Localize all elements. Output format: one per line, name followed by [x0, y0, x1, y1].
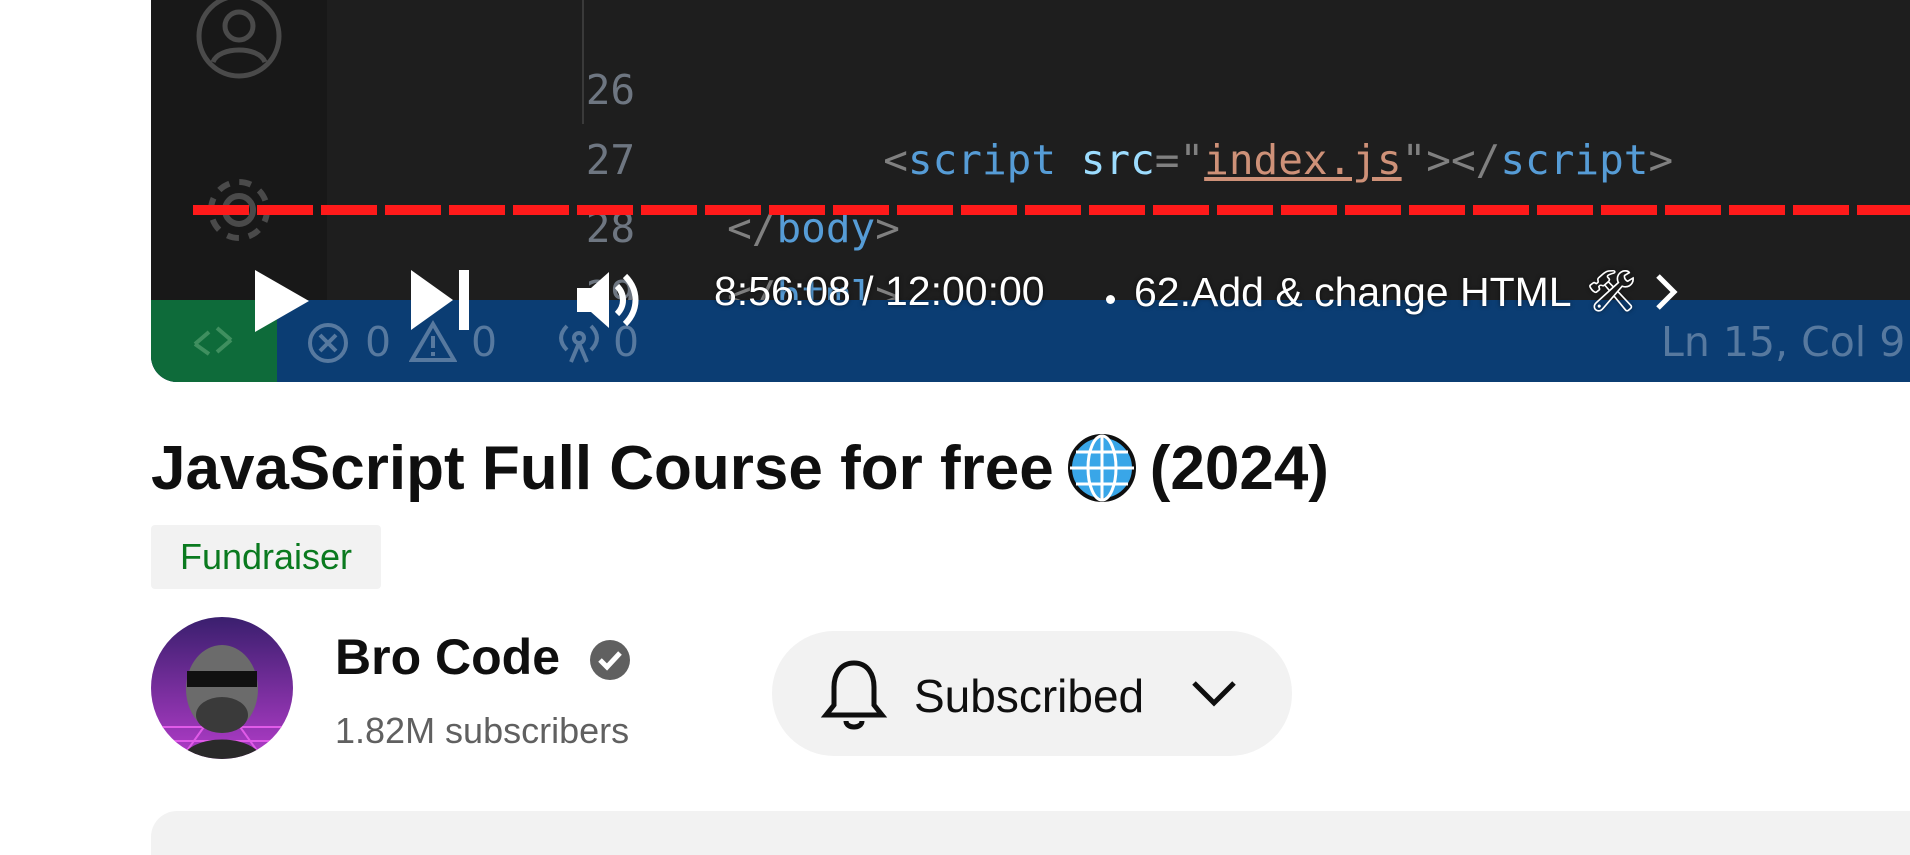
- code-token: index.js: [1204, 136, 1402, 184]
- description-box[interactable]: [151, 811, 1910, 855]
- error-count: 0: [365, 318, 392, 366]
- code-line: 26: [327, 0, 635, 114]
- chevron-right-icon: [1655, 274, 1678, 310]
- volume-icon[interactable]: [573, 264, 645, 336]
- progress-bar[interactable]: [193, 205, 1910, 215]
- subscribed-label: Subscribed: [914, 670, 1145, 722]
- chevron-down-icon: [1192, 681, 1236, 707]
- time-display: 8:56:08 / 12:00:00: [714, 268, 1045, 314]
- code-token: >: [1648, 136, 1674, 184]
- progress-bar-played: [193, 205, 1910, 215]
- code-token: =": [1154, 136, 1205, 184]
- channel-name[interactable]: Bro Code: [335, 628, 560, 686]
- tools-emoji: 🛠: [1585, 268, 1638, 314]
- next-icon[interactable]: [409, 268, 473, 332]
- code-line: 28 </body>: [327, 126, 900, 252]
- chapter-button[interactable]: 62.Add & change HTML 🛠: [1106, 268, 1680, 316]
- verified-check-icon: [590, 640, 630, 680]
- code-token: script: [907, 136, 1057, 184]
- avatar[interactable]: [151, 617, 293, 759]
- video-player[interactable]: 26 27 <script src="index.js"></script> 2…: [151, 0, 1910, 382]
- separator-dot: [1106, 295, 1115, 304]
- warning-count: 0: [471, 318, 498, 366]
- error-icon: [308, 323, 348, 363]
- account-icon: [196, 0, 282, 79]
- fundraiser-badge[interactable]: Fundraiser: [151, 525, 381, 589]
- chapter-title: 62.Add & change HTML: [1134, 268, 1572, 315]
- cursor-position: Ln 15, Col 9: [1661, 318, 1906, 366]
- bell-icon: [820, 660, 888, 730]
- video-title-text: JavaScript Full Course for free: [151, 433, 1054, 503]
- video-title-year: (2024): [1149, 433, 1329, 503]
- remote-icon: [193, 326, 233, 356]
- video-title: JavaScript Full Course for free (2024): [151, 432, 1329, 504]
- subscribed-button[interactable]: Subscribed: [772, 631, 1292, 756]
- editor-activity-bar: [151, 0, 327, 300]
- globe-icon: [1067, 434, 1136, 502]
- subscriber-count: 1.82M subscribers: [335, 710, 630, 751]
- code-token: "></: [1401, 136, 1501, 184]
- code-line: 27 <script src="index.js"></script>: [327, 58, 1673, 184]
- code-token: src: [1080, 136, 1155, 184]
- play-icon[interactable]: [251, 268, 313, 334]
- channel-avatar-image: [151, 617, 293, 759]
- code-token: script: [1500, 136, 1649, 184]
- code-editor: 26 27 <script src="index.js"></script> 2…: [327, 0, 1910, 320]
